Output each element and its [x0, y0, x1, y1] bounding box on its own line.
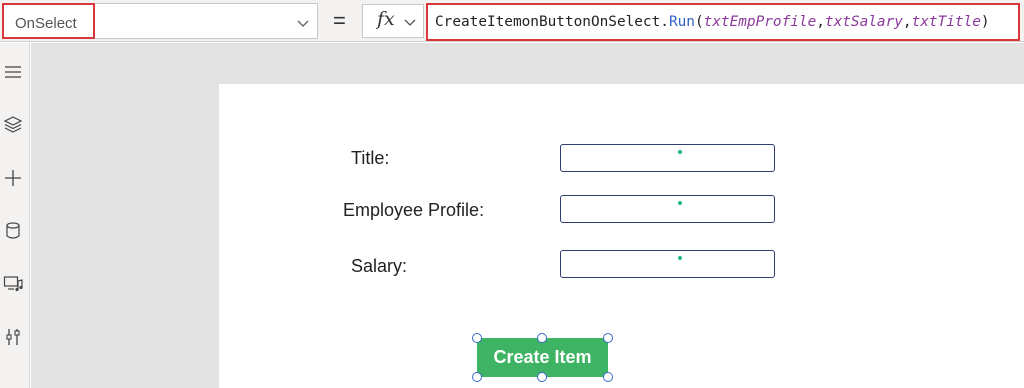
property-highlight — [2, 3, 95, 39]
app-screen[interactable] — [219, 84, 1024, 388]
equals-sign: = — [333, 8, 346, 33]
resize-handle-top-right[interactable] — [603, 333, 613, 343]
formula-open-paren: ( — [694, 14, 704, 30]
chevron-down-icon — [297, 20, 309, 27]
textbox-dot — [678, 150, 682, 154]
tools-icon[interactable] — [2, 326, 24, 348]
formula-bar: OnSelect = fx CreateItemonButtonOnSelect… — [0, 0, 1024, 42]
media-icon[interactable] — [2, 273, 24, 295]
resize-handle-bottom[interactable] — [537, 372, 547, 382]
left-rail — [0, 43, 30, 388]
fx-icon: fx — [377, 8, 395, 30]
formula-separator: , — [902, 14, 912, 30]
resize-handle-top[interactable] — [537, 333, 547, 343]
resize-handle-bottom-left[interactable] — [472, 372, 482, 382]
formula-separator: , — [816, 14, 825, 30]
formula-close-paren: ) — [980, 14, 990, 30]
formula-function: CreateItemonButtonOnSelect. — [435, 14, 669, 30]
database-icon[interactable] — [2, 220, 24, 242]
title-label: Title: — [351, 148, 390, 168]
layers-icon[interactable] — [2, 114, 24, 136]
salary-label: Salary: — [351, 256, 408, 276]
textbox-dot — [678, 201, 682, 205]
formula-method: Run — [668, 14, 695, 30]
create-item-button-label: Create Item — [493, 347, 592, 367]
employee-profile-label: Employee Profile: — [343, 200, 485, 220]
formula-arg-salary: txtSalary — [824, 14, 903, 30]
hamburger-icon[interactable] — [2, 61, 24, 83]
title-textbox[interactable] — [560, 144, 775, 172]
formula-arg-empprofile: txtEmpProfile — [703, 14, 817, 30]
textbox-dot — [678, 256, 682, 260]
plus-icon[interactable] — [2, 167, 24, 189]
fx-button[interactable]: fx — [362, 4, 424, 38]
formula-input[interactable]: CreateItemonButtonOnSelect.Run(txtEmpPro… — [426, 3, 1020, 41]
formula-text: CreateItemonButtonOnSelect.Run(txtEmpPro… — [435, 14, 990, 30]
formula-arg-title: txtTitle — [911, 14, 981, 30]
salary-textbox[interactable] — [560, 250, 775, 278]
chevron-down-icon — [404, 19, 416, 26]
resize-handle-top-left[interactable] — [472, 333, 482, 343]
employee-profile-textbox[interactable] — [560, 195, 775, 223]
resize-handle-bottom-right[interactable] — [603, 372, 613, 382]
